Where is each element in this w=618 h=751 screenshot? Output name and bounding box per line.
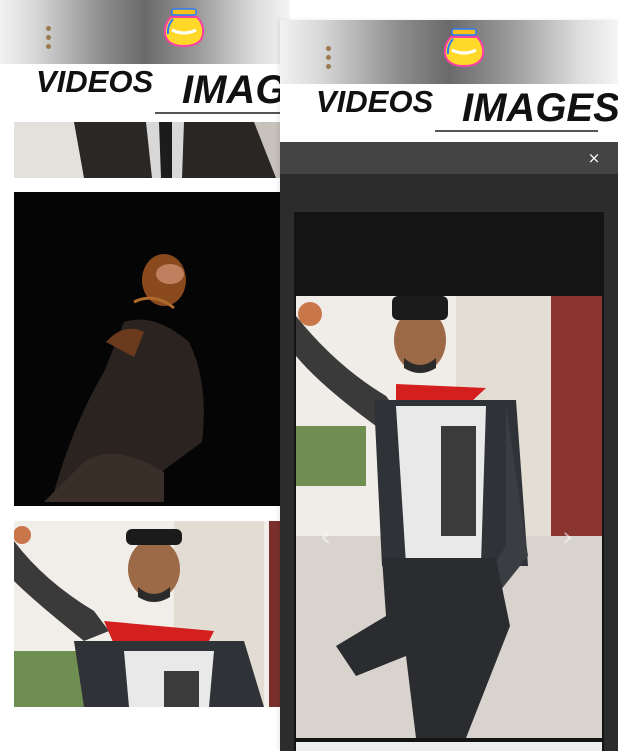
active-tab-underline [155, 112, 290, 114]
photo-man-red-scarf [14, 521, 290, 707]
gallery-image[interactable] [14, 521, 290, 707]
tab-nav: VIDEOS IMAGES [280, 84, 618, 142]
close-icon[interactable]: × [586, 150, 602, 166]
lightbox-toolbar [280, 142, 618, 174]
jar-logo-icon[interactable] [442, 28, 486, 68]
lightbox-image [296, 296, 602, 738]
gallery-image[interactable] [14, 192, 290, 506]
tab-videos[interactable]: VIDEOS [316, 84, 433, 120]
active-tab-underline [435, 130, 598, 132]
photo-man-red-scarf [296, 296, 602, 738]
tab-nav: VIDEOS IMAGES [0, 64, 290, 120]
jar-logo-icon[interactable] [162, 8, 206, 48]
vertical-dots-menu-icon[interactable] [46, 26, 52, 49]
next-arrow-icon[interactable]: › [562, 520, 573, 553]
tab-images[interactable]: IMAGES [182, 68, 290, 112]
photo-dark-portrait [14, 192, 290, 506]
lightbox-screen: VIDEOS IMAGES × ‹ › [280, 20, 618, 751]
tab-images[interactable]: IMAGES [462, 86, 618, 130]
tab-videos[interactable]: VIDEOS [36, 64, 153, 100]
gallery-image[interactable] [14, 122, 290, 178]
thumbnail-strip[interactable] [296, 742, 602, 751]
app-header [0, 0, 290, 64]
app-header [280, 20, 618, 84]
gallery-screen: VIDEOS IMAGES [0, 0, 290, 751]
prev-arrow-icon[interactable]: ‹ [320, 520, 331, 553]
photo-man-in-suit [14, 122, 290, 178]
vertical-dots-menu-icon[interactable] [326, 46, 332, 69]
